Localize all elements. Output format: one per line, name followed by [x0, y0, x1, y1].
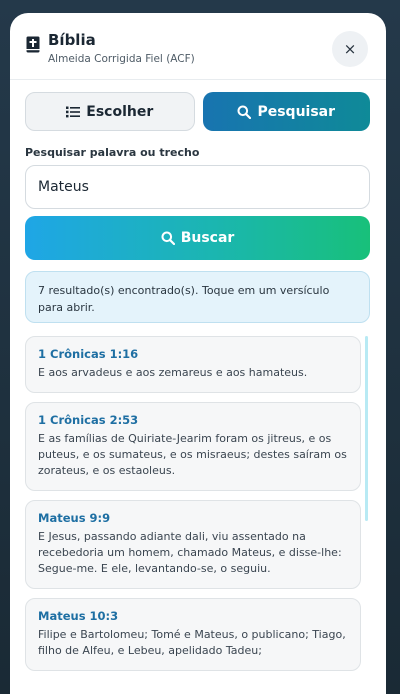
- search-icon: [161, 231, 175, 245]
- mode-tabs: Escolher Pesquisar: [25, 92, 370, 131]
- list-item[interactable]: 1 Crônicas 1:16 E aos arvadeus e aos zem…: [25, 336, 361, 393]
- results-list: 1 Crônicas 1:16 E aos arvadeus e aos zem…: [25, 336, 361, 680]
- close-icon: ×: [343, 40, 357, 58]
- results-scrollbar[interactable]: [365, 336, 368, 521]
- bible-version-subtitle: Almeida Corrigida Fiel (ACF): [48, 53, 195, 65]
- tab-choose-label: Escolher: [86, 103, 154, 120]
- page-title: Bíblia: [48, 31, 96, 49]
- list-item[interactable]: 1 Crônicas 2:53 E as famílias de Quiriat…: [25, 402, 361, 491]
- results-info-box: 7 resultado(s) encontrado(s). Toque em u…: [25, 271, 370, 323]
- bible-book-icon: [26, 36, 40, 53]
- verse-reference: Mateus 10:3: [38, 609, 119, 623]
- verse-reference: 1 Crônicas 1:16: [38, 347, 139, 361]
- list-icon: [66, 106, 81, 117]
- tab-search-label: Pesquisar: [257, 103, 336, 120]
- list-item[interactable]: Mateus 9:9 E Jesus, passando adiante dal…: [25, 500, 361, 589]
- tab-search[interactable]: Pesquisar: [202, 92, 370, 131]
- tab-choose[interactable]: Escolher: [25, 92, 195, 131]
- search-input[interactable]: [25, 165, 370, 209]
- verse-text: E Jesus, passando adiante dali, viu asse…: [38, 530, 342, 575]
- close-button[interactable]: ×: [332, 31, 368, 67]
- list-item[interactable]: Mateus 10:3 Filipe e Bartolomeu; Tomé e …: [25, 598, 361, 671]
- search-field-label: Pesquisar palavra ou trecho: [25, 146, 200, 159]
- verse-text: E as famílias de Quiriate-Jearim foram o…: [38, 432, 347, 477]
- verse-reference: Mateus 9:9: [38, 511, 111, 525]
- verse-text: Filipe e Bartolomeu; Tomé e Mateus, o pu…: [38, 628, 346, 657]
- verse-text: E aos arvadeus e aos zemareus e aos hama…: [38, 366, 308, 379]
- modal-header: Bíblia Almeida Corrigida Fiel (ACF) ×: [10, 13, 386, 80]
- buscar-button-label: Buscar: [180, 230, 235, 246]
- verse-reference: 1 Crônicas 2:53: [38, 413, 139, 427]
- buscar-button[interactable]: Buscar: [25, 216, 370, 260]
- search-icon: [237, 105, 252, 119]
- bible-modal: Bíblia Almeida Corrigida Fiel (ACF) × Es…: [10, 13, 386, 694]
